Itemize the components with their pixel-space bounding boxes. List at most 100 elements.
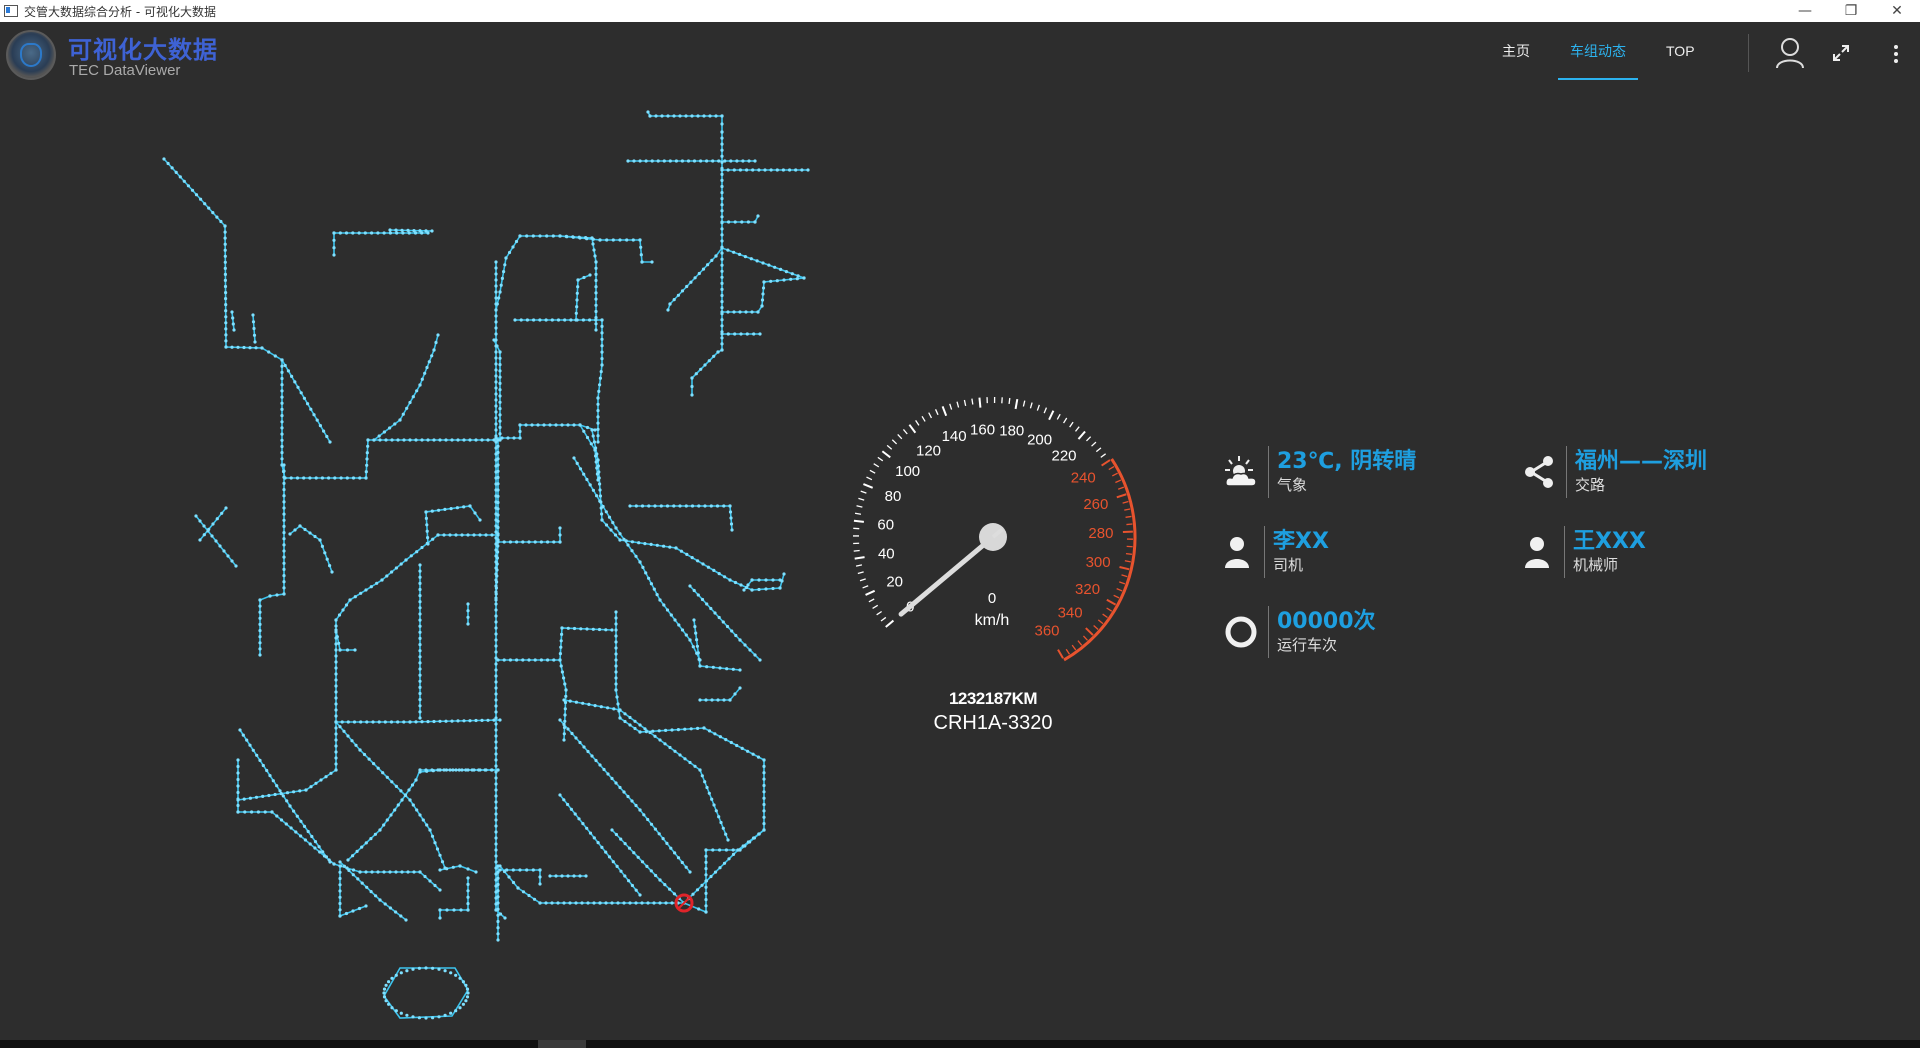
card-divider bbox=[1566, 446, 1567, 498]
gauge-tick bbox=[1117, 486, 1125, 490]
close-button[interactable]: ✕ bbox=[1874, 0, 1920, 22]
gauge-tick-label: 260 bbox=[1083, 496, 1108, 513]
gauge-tick bbox=[1074, 426, 1080, 432]
card-divider bbox=[1264, 526, 1265, 578]
nav-home[interactable]: 主页 bbox=[1490, 22, 1542, 80]
speed-unit: km/h bbox=[975, 612, 1010, 629]
runs-value: 00000次 bbox=[1277, 609, 1376, 634]
ring-icon bbox=[1225, 616, 1257, 648]
gauge-tick bbox=[1082, 635, 1088, 641]
gauge-tick bbox=[873, 463, 880, 468]
gauge-tick-label: 160 bbox=[970, 422, 995, 439]
gauge-tick-label: 220 bbox=[1051, 448, 1076, 465]
gauge-tick-label: 280 bbox=[1088, 525, 1113, 542]
gauge-tick bbox=[1091, 441, 1097, 447]
header-divider bbox=[1748, 34, 1749, 72]
nav-top[interactable]: TOP bbox=[1654, 22, 1707, 80]
gauge-tick-label: 100 bbox=[895, 463, 920, 480]
app-header: 可视化大数据 TEC DataViewer 主页 车组动态 TOP bbox=[0, 22, 1920, 88]
gauge-tick bbox=[891, 439, 898, 445]
gauge-tick bbox=[897, 433, 903, 440]
taskbar bbox=[0, 1040, 1920, 1048]
gauge-tick bbox=[1113, 594, 1120, 599]
gauge-tick bbox=[1036, 404, 1040, 411]
gauge-tick-label: 40 bbox=[878, 546, 895, 563]
gauge-tick bbox=[1126, 523, 1133, 526]
gauge-tick bbox=[854, 556, 865, 560]
gauge-tick bbox=[881, 450, 891, 459]
gauge-tick bbox=[1085, 436, 1092, 442]
gauge-tick bbox=[949, 403, 953, 410]
gauge-tick-label: 80 bbox=[885, 488, 902, 505]
main-nav: 主页 车组动态 TOP bbox=[1490, 22, 1723, 88]
route-value: 福州——深圳 bbox=[1575, 449, 1708, 474]
gauge-tick bbox=[865, 589, 876, 596]
runs-card: 00000次 运行车次 bbox=[1220, 606, 1376, 658]
gauge-tick-label: 180 bbox=[999, 423, 1024, 440]
gauge-tick bbox=[853, 519, 864, 523]
window-title-bar: 交管大数据综合分析 - 可视化大数据 — ❐ ✕ bbox=[0, 0, 1920, 22]
gauge-tick bbox=[1048, 410, 1055, 421]
gauge-tick bbox=[1043, 407, 1048, 414]
gauge-tick-label: 120 bbox=[916, 442, 941, 459]
gauge-tick bbox=[869, 469, 876, 474]
weather-value: 23℃, 阴转晴 bbox=[1277, 449, 1417, 474]
gauge-tick bbox=[857, 571, 864, 575]
logo bbox=[6, 30, 56, 80]
runs-label: 运行车次 bbox=[1277, 636, 1338, 654]
weather-label: 气象 bbox=[1277, 476, 1308, 494]
route-card: 福州——深圳 交路 bbox=[1518, 446, 1707, 498]
gauge-tick bbox=[1029, 402, 1033, 409]
gauge-tick bbox=[1125, 552, 1133, 555]
railway-network-map bbox=[162, 110, 810, 1020]
card-divider bbox=[1564, 526, 1565, 578]
gauge-tick-label: 340 bbox=[1058, 605, 1083, 622]
gauge-tick bbox=[868, 598, 875, 603]
gauge-tick bbox=[1106, 598, 1117, 606]
gauge-tick bbox=[1095, 447, 1102, 453]
gauge-tick bbox=[1057, 649, 1064, 659]
gauge-tick bbox=[908, 424, 917, 434]
gauge-tick bbox=[1108, 465, 1115, 471]
more-vertical-icon[interactable] bbox=[1892, 44, 1900, 64]
driver-label: 司机 bbox=[1273, 556, 1304, 574]
railway-lines bbox=[163, 111, 808, 1019]
gauge-tick bbox=[1071, 644, 1077, 651]
gauge-tick bbox=[1063, 417, 1068, 424]
gauge-tick bbox=[921, 415, 926, 422]
user-icon[interactable] bbox=[1774, 36, 1806, 70]
route-label: 交路 bbox=[1575, 476, 1606, 494]
gauge-tick bbox=[1122, 500, 1129, 504]
gauge-tick bbox=[1022, 400, 1026, 407]
app-icon bbox=[4, 5, 18, 17]
emblem-icon bbox=[20, 43, 42, 67]
restore-button[interactable]: ❐ bbox=[1828, 0, 1874, 22]
gauge-tick bbox=[1100, 453, 1107, 458]
gauge-tick bbox=[854, 512, 862, 515]
taskbar-active-item[interactable] bbox=[538, 1040, 586, 1048]
gauge-tick bbox=[934, 409, 939, 416]
train-id: CRH1A-3320 bbox=[933, 712, 1053, 734]
minimize-button[interactable]: — bbox=[1782, 0, 1828, 22]
gauge-tick-label: 140 bbox=[942, 428, 967, 445]
mechanic-value: 王XXX bbox=[1573, 529, 1646, 554]
gauge-tick bbox=[862, 585, 869, 589]
expand-icon[interactable] bbox=[1832, 44, 1850, 62]
gauge-tick bbox=[928, 412, 933, 419]
gauge-tick bbox=[1077, 640, 1083, 646]
gauge-tick bbox=[1085, 627, 1094, 636]
weather-icon bbox=[1225, 456, 1257, 487]
nav-train-status[interactable]: 车组动态 bbox=[1558, 22, 1638, 80]
gauge-tick bbox=[876, 610, 882, 616]
gauge-tick bbox=[902, 428, 908, 435]
gauge-needle bbox=[898, 534, 996, 617]
gauge-tick bbox=[1124, 560, 1131, 563]
gauge-tick bbox=[963, 399, 967, 406]
gauge-tick bbox=[863, 483, 874, 489]
gauge-tick bbox=[1102, 613, 1108, 619]
speedometer-gauge: 0 20 40 60 80 100 120140160180200220 240 260 280 3… bbox=[852, 397, 1137, 662]
gauge-tick bbox=[1077, 430, 1086, 440]
gauge-tick bbox=[1119, 581, 1126, 585]
gauge-tick-label: 240 bbox=[1071, 470, 1096, 487]
card-divider bbox=[1268, 446, 1269, 498]
